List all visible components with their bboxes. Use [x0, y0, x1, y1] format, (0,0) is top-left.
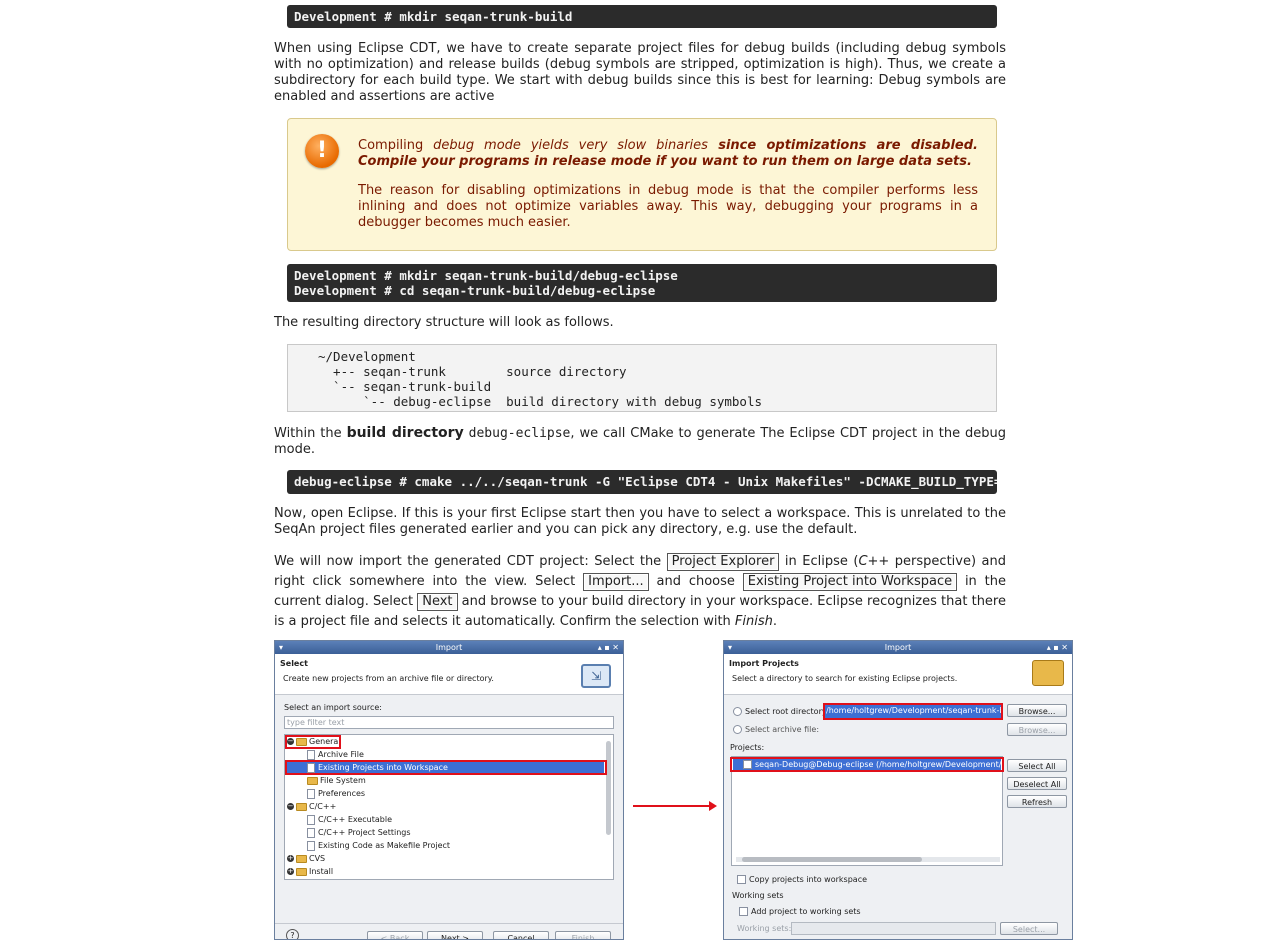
menu-icon[interactable]: ▾	[279, 641, 283, 654]
projects-list[interactable]: seqan-Debug@Debug-eclipse (/home/holtgre…	[731, 756, 1003, 866]
code-block-cmake: debug-eclipse # cmake ../../seqan-trunk …	[287, 470, 997, 494]
file-icon	[307, 814, 315, 825]
tree-item-cvs[interactable]: + CVS	[287, 853, 325, 865]
exclamation-icon: !	[305, 134, 339, 168]
window-controls-icon[interactable]: ▴ ▪ ✕	[1047, 641, 1068, 654]
tree-item-cpp-project-settings[interactable]: C/C++ Project Settings	[307, 827, 411, 839]
tree-item-preferences[interactable]: Preferences	[307, 788, 365, 800]
menu-icon[interactable]: ▾	[728, 641, 732, 654]
directory-tree: ~/Development +-- seqan-trunk source dir…	[287, 344, 997, 412]
dialog1-separator	[275, 923, 623, 924]
paragraph-structure: The resulting directory structure will l…	[274, 315, 614, 330]
folder-icon	[307, 776, 318, 785]
select-all-button[interactable]: Select All	[1007, 759, 1067, 772]
dialog2-header: Import Projects Select a directory to se…	[724, 654, 1072, 695]
guilabel-import: Import...	[583, 573, 649, 591]
import-wizard-icon: ⇲	[581, 664, 611, 688]
select-working-set-button[interactable]: Select...	[1000, 922, 1058, 935]
warning-text-detail: The reason for disabling optimizations i…	[358, 183, 978, 230]
highlight-general	[285, 735, 341, 749]
folder-icon	[296, 854, 307, 863]
paragraph-open-eclipse: Now, open Eclipse. If this is your first…	[274, 506, 1006, 537]
import-dialog-projects: ▾ Import ▴ ▪ ✕ Import Projects Select a …	[723, 640, 1073, 940]
highlight-root-directory	[823, 703, 1003, 720]
filter-input[interactable]: type filter text	[284, 716, 614, 729]
working-sets-combo[interactable]	[791, 922, 996, 935]
folder-icon	[296, 867, 307, 876]
file-icon	[307, 827, 315, 838]
code-block-mkdir: Development # mkdir seqan-trunk-build	[287, 5, 997, 28]
archive-file-option[interactable]: Select archive file:	[733, 725, 819, 734]
warning-text-main: Compiling debug mode yields very slow bi…	[358, 138, 978, 169]
paragraph-build-directory: Within the build directory debug-eclipse…	[274, 425, 1006, 457]
browse-archive-button[interactable]: Browse...	[1007, 723, 1067, 736]
folder-open-icon	[1032, 660, 1064, 686]
code-block-debug-eclipse: Development # mkdir seqan-trunk-build/de…	[287, 264, 997, 302]
import-source-tree[interactable]: − General Archive File Existing Projects …	[284, 734, 614, 880]
tree-scrollbar[interactable]	[606, 741, 611, 835]
paragraph-intro: When using Eclipse CDT, we have to creat…	[274, 41, 1006, 104]
tree-item-file-system[interactable]: File System	[307, 775, 366, 787]
help-icon[interactable]: ?	[286, 929, 299, 939]
guilabel-next: Next	[417, 593, 458, 611]
dialog2-titlebar: ▾ Import ▴ ▪ ✕	[724, 641, 1072, 654]
tree-item-install[interactable]: + Install	[287, 866, 333, 878]
window-controls-icon[interactable]: ▴ ▪ ✕	[598, 641, 619, 654]
warning-box: ! Compiling debug mode yields very slow …	[287, 118, 997, 251]
tree-item-cpp-executable[interactable]: C/C++ Executable	[307, 814, 392, 826]
arrow-right-icon	[709, 801, 717, 811]
add-working-set-checkbox[interactable]: Add project to working sets	[739, 907, 861, 916]
arrow-line	[633, 805, 711, 807]
guilabel-project-explorer: Project Explorer	[666, 553, 780, 571]
browse-root-button[interactable]: Browse...	[1007, 704, 1067, 717]
folder-icon	[296, 802, 307, 811]
projects-hscroll[interactable]	[736, 857, 1000, 862]
file-icon	[307, 749, 315, 760]
tree-item-existing-code[interactable]: Existing Code as Makefile Project	[307, 840, 450, 852]
root-directory-option[interactable]: Select root directory:	[733, 707, 829, 716]
dialog1-titlebar: ▾ Import ▴ ▪ ✕	[275, 641, 623, 654]
deselect-all-button[interactable]: Deselect All	[1007, 777, 1067, 790]
guilabel-existing-project: Existing Project into Workspace	[742, 573, 958, 591]
tree-item-cpp[interactable]: − C/C++	[287, 801, 336, 813]
highlight-project-item	[730, 757, 1004, 772]
radio-selected-icon	[733, 707, 742, 716]
file-icon	[307, 788, 315, 799]
import-dialog-select: ▾ Import ▴ ▪ ✕ Select Create new project…	[274, 640, 624, 940]
paragraph-import: We will now import the generated CDT pro…	[274, 553, 1006, 629]
dialog1-header: Select Create new projects from an archi…	[275, 654, 623, 695]
highlight-existing-projects	[285, 760, 607, 775]
refresh-button[interactable]: Refresh	[1007, 795, 1067, 808]
file-icon	[307, 840, 315, 851]
copy-projects-checkbox[interactable]: Copy projects into workspace	[737, 875, 867, 884]
